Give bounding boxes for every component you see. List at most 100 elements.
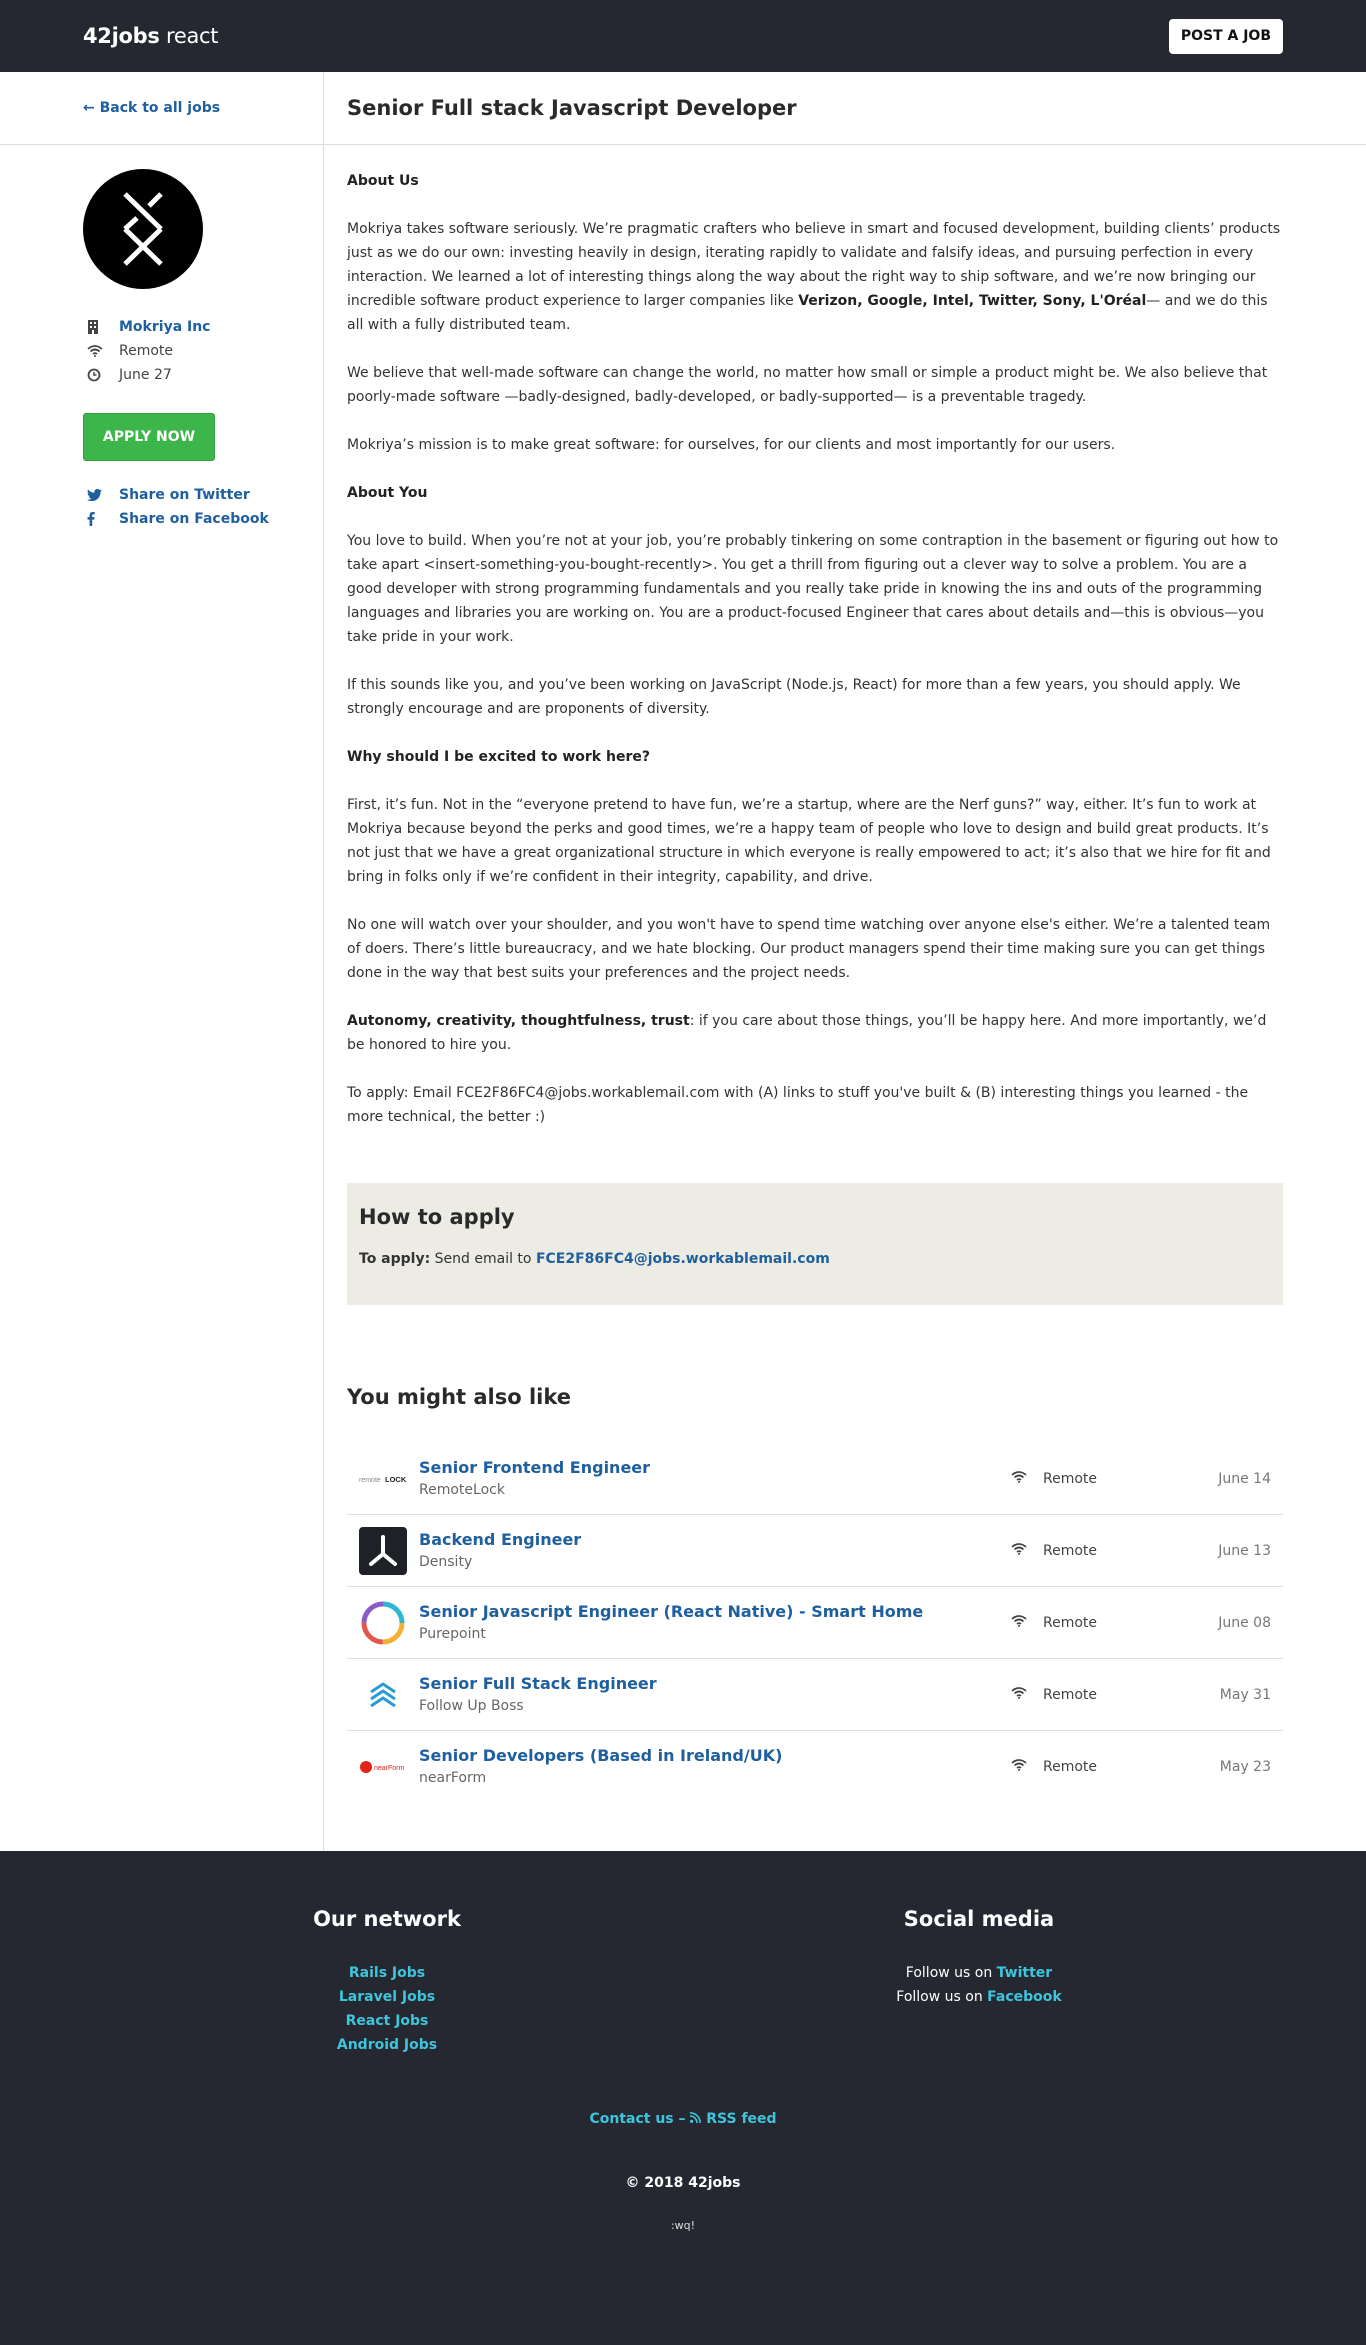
- location-row: Remote: [83, 339, 323, 363]
- logo-bold-text: 42jobs: [83, 24, 160, 48]
- network-column: Our network Rails Jobs Laravel Jobs Reac…: [91, 1907, 683, 2057]
- paragraph-4: You love to build. When you’re not at yo…: [347, 533, 1279, 645]
- share-twitter-link[interactable]: Share on Twitter: [119, 487, 250, 503]
- related-job-title[interactable]: Senior Developers (Based in Ireland/UK): [419, 1745, 1011, 1767]
- footer-wq: :wq!: [670, 2219, 696, 2232]
- apply-email-link[interactable]: FCE2F86FC4@jobs.workablemail.com: [536, 1251, 830, 1267]
- footer-facebook-link[interactable]: Facebook: [987, 1989, 1062, 2005]
- share-facebook-link[interactable]: Share on Facebook: [119, 511, 269, 527]
- sidebar-top: ← Back to all jobs: [0, 72, 323, 145]
- wifi-icon: [1011, 1614, 1043, 1631]
- location-text: Remote: [119, 343, 174, 359]
- related-job-location: Remote: [1043, 1759, 1098, 1775]
- related-job-location: Remote: [1043, 1686, 1098, 1703]
- related-job-title[interactable]: Senior Frontend Engineer: [419, 1457, 1011, 1479]
- rss-feed-link[interactable]: RSS feed: [706, 2111, 776, 2127]
- related-job-title[interactable]: Backend Engineer: [419, 1529, 1011, 1551]
- paragraph-9: To apply: Email FCE2F86FC4@jobs.workable…: [347, 1085, 1249, 1125]
- paragraph-8: Autonomy, creativity, thoughtfulness, tr…: [347, 1013, 1267, 1053]
- related-job-row[interactable]: Senior Full Stack Engineer Follow Up Bos…: [347, 1659, 1283, 1731]
- paragraph-3: Mokriya’s mission is to make great softw…: [347, 437, 1116, 453]
- apply-now-button[interactable]: APPLY NOW: [83, 413, 215, 461]
- related-job-title[interactable]: Senior Full Stack Engineer: [419, 1673, 1011, 1695]
- svg-text:nearForm: nearForm: [374, 1765, 405, 1772]
- wifi-icon: [83, 345, 119, 357]
- wifi-icon: [1011, 1686, 1043, 1703]
- job-sidebar: ← Back to all jobs Mokriya Inc Remote Ju…: [0, 72, 324, 1851]
- job-main: Senior Full stack Javascript Developer A…: [324, 72, 1366, 1851]
- related-job-company: Follow Up Boss: [419, 1697, 524, 1714]
- nearform-logo: nearForm: [359, 1743, 407, 1791]
- wifi-icon: [1011, 1542, 1043, 1559]
- related-job-company: RemoteLock: [419, 1481, 505, 1498]
- paragraph-6: First, it’s fun. Not in the “everyone pr…: [347, 797, 1271, 885]
- social-column: Social media Follow us on Twitter Follow…: [683, 1907, 1275, 2057]
- footer-twitter-link[interactable]: Twitter: [997, 1965, 1053, 1981]
- remotelock-logo: remote LOCK: [359, 1455, 407, 1503]
- related-job-row[interactable]: Senior Javascript Engineer (React Native…: [347, 1587, 1283, 1659]
- heading-why-excited: Why should I be excited to work here?: [347, 749, 650, 765]
- follow-twitter: Follow us on Twitter: [905, 1965, 1053, 1981]
- related-heading: You might also like: [347, 1385, 572, 1409]
- related-job-row[interactable]: nearForm Senior Developers (Based in Ire…: [347, 1731, 1283, 1803]
- related-job-company: nearForm: [419, 1770, 487, 1786]
- network-heading: Our network: [313, 1907, 461, 1931]
- svg-text:LOCK: LOCK: [385, 1475, 407, 1484]
- site-logo[interactable]: 42jobs react: [83, 24, 219, 48]
- heading-about-you: About You: [347, 485, 428, 501]
- logo-light-text: react: [165, 24, 219, 48]
- svg-text:remote: remote: [359, 1477, 381, 1484]
- clock-icon: [83, 368, 119, 382]
- related-job-location: Remote: [1043, 1470, 1098, 1487]
- network-link-laravel[interactable]: Laravel Jobs: [91, 1985, 683, 2009]
- company-logo: [83, 169, 203, 289]
- paragraph-7: No one will watch over your shoulder, an…: [347, 917, 1271, 981]
- related-jobs: You might also like remote LOCK Senior Fr…: [347, 1385, 1283, 1851]
- network-link-rails[interactable]: Rails Jobs: [91, 1961, 683, 1985]
- how-to-apply-text: To apply: Send email to FCE2F86FC4@jobs.…: [359, 1251, 830, 1267]
- facebook-icon: [83, 512, 119, 526]
- footer-separator: –: [678, 2111, 686, 2127]
- copyright: © 2018 42jobs: [625, 2175, 741, 2191]
- mokriya-logo-icon: [123, 192, 163, 266]
- network-link-android[interactable]: Android Jobs: [91, 2033, 683, 2057]
- related-job-title[interactable]: Senior Javascript Engineer (React Native…: [419, 1601, 1011, 1623]
- paragraph-2: We believe that well-made software can c…: [347, 365, 1268, 405]
- related-job-location: Remote: [1043, 1542, 1098, 1559]
- related-job-date: May 23: [1219, 1759, 1271, 1775]
- date-row: June 27: [83, 363, 323, 387]
- post-job-button[interactable]: POST A JOB: [1168, 18, 1283, 54]
- share-twitter-row: Share on Twitter: [83, 483, 323, 507]
- job-description: About Us Mokriya takes software seriousl…: [324, 145, 1366, 1129]
- follow-facebook: Follow us on Facebook: [896, 1989, 1062, 2005]
- heading-about-us: About Us: [347, 173, 419, 189]
- paragraph-5: If this sounds like you, and you’ve been…: [347, 677, 1241, 717]
- back-to-jobs-link[interactable]: ← Back to all jobs: [83, 100, 220, 116]
- company-row: Mokriya Inc: [83, 315, 323, 339]
- related-job-row[interactable]: Backend Engineer Density Remote June 13: [347, 1515, 1283, 1587]
- related-job-date: May 31: [1219, 1686, 1271, 1703]
- share-facebook-row: Share on Facebook: [83, 507, 323, 531]
- related-job-row[interactable]: remote LOCK Senior Frontend Engineer Remo…: [347, 1443, 1283, 1515]
- related-job-date: June 13: [1218, 1542, 1271, 1559]
- wifi-icon: [1011, 1470, 1043, 1487]
- related-job-company: Purepoint: [419, 1625, 486, 1642]
- how-to-apply-box: How to apply To apply: Send email to FCE…: [347, 1183, 1283, 1305]
- company-link[interactable]: Mokriya Inc: [119, 319, 211, 335]
- how-to-apply-heading: How to apply: [359, 1205, 515, 1229]
- paragraph-1: Mokriya takes software seriously. We’re …: [347, 221, 1281, 333]
- related-job-date: June 14: [1218, 1470, 1271, 1487]
- wifi-icon: [1011, 1759, 1043, 1775]
- related-job-company: Density: [419, 1553, 473, 1570]
- posted-date-text: June 27: [119, 367, 172, 383]
- purepoint-logo: [359, 1599, 407, 1647]
- followupboss-logo: [359, 1671, 407, 1719]
- building-icon: [83, 320, 119, 334]
- site-footer: Our network Rails Jobs Laravel Jobs Reac…: [0, 1851, 1366, 2345]
- social-heading: Social media: [903, 1907, 1055, 1931]
- contact-link[interactable]: Contact us: [589, 2111, 673, 2127]
- site-header: 42jobs react POST A JOB: [0, 0, 1366, 72]
- network-link-react[interactable]: React Jobs: [91, 2009, 683, 2033]
- related-job-location: Remote: [1043, 1614, 1098, 1631]
- density-logo: [359, 1526, 407, 1575]
